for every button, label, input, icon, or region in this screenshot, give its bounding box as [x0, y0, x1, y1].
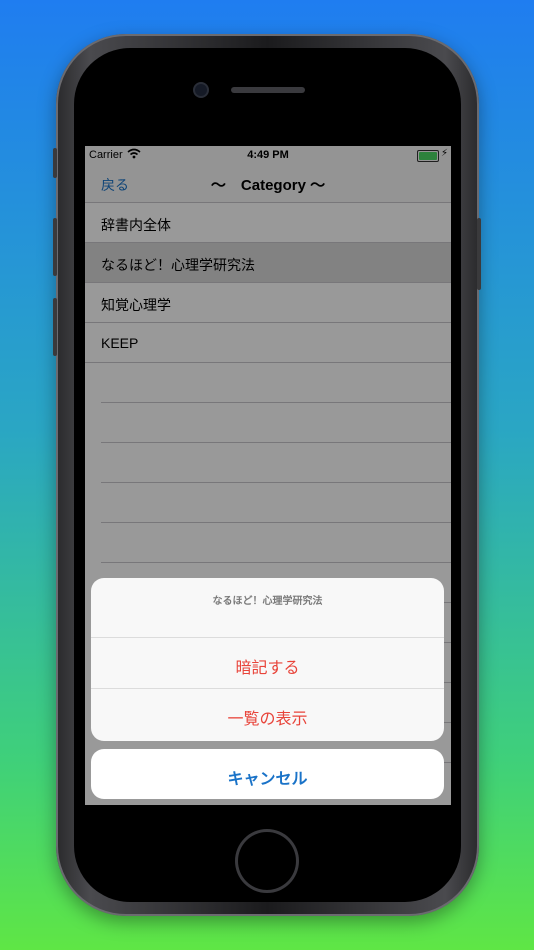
cancel-button[interactable]: キャンセル — [91, 749, 444, 799]
action-sheet: なるほど！心理学研究法 暗記する 一覧の表示 — [91, 578, 444, 741]
memorize-button[interactable]: 暗記する — [91, 638, 444, 689]
volume-down-button — [53, 298, 57, 356]
volume-up-button — [53, 218, 57, 276]
home-button[interactable] — [238, 832, 296, 890]
camera-icon — [195, 84, 207, 96]
mute-switch — [53, 148, 57, 178]
app-screen: Carrier 4:49 PM ⚡ 戻る 〜 Category 〜 辞書内全体 … — [85, 146, 451, 805]
speaker-grille — [231, 87, 305, 93]
show-list-button[interactable]: 一覧の表示 — [91, 689, 444, 740]
action-sheet-title: なるほど！心理学研究法 — [91, 578, 444, 638]
power-button — [477, 218, 481, 290]
